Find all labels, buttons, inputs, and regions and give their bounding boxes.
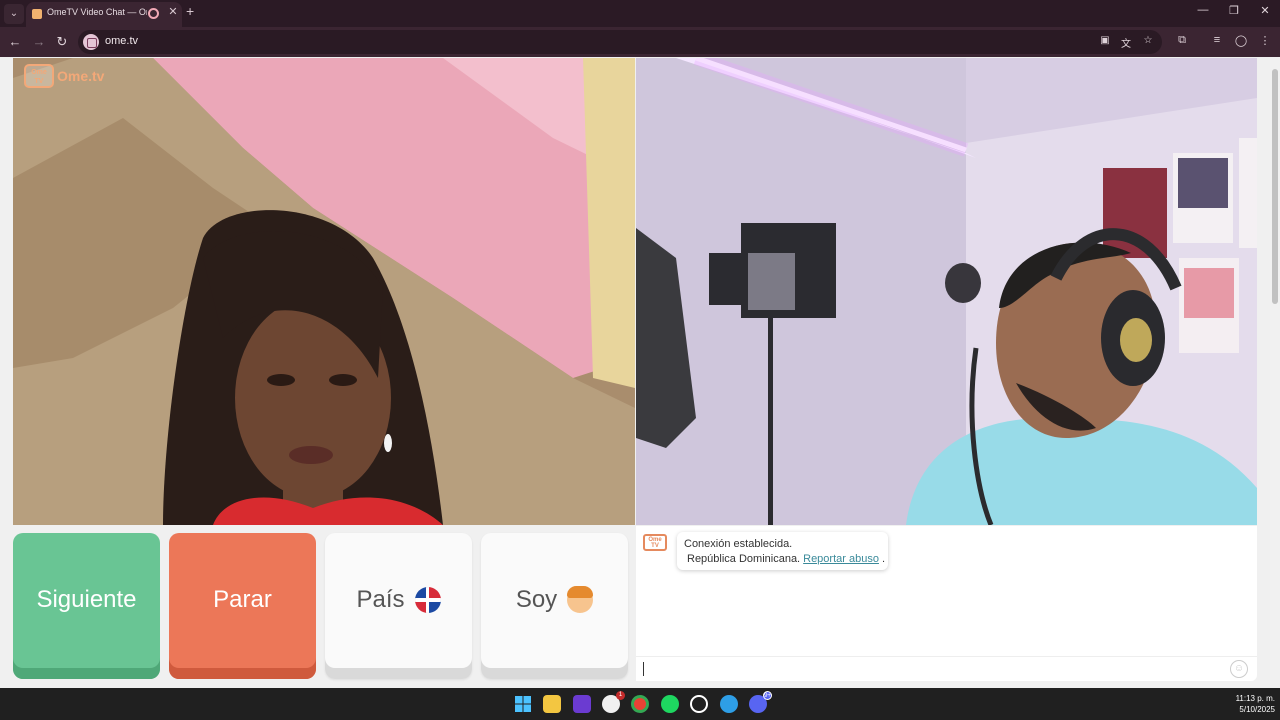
self-video-frame [636,58,1257,525]
chat-message-input[interactable]: ☺ [636,656,1257,681]
stop-button-label: Parar [213,586,272,613]
country-name: República Dominicana. [687,552,801,565]
media-icon[interactable]: ≡ [1209,34,1225,50]
recording-indicator-icon [148,8,159,19]
connection-message: Conexión establecida. [684,537,793,550]
ometv-chat-logo-icon: Ome TV [643,534,667,551]
page-scrollbar[interactable] [1270,57,1280,688]
tab-ometv[interactable]: OmeTV Video Chat — Ome.tv ✕ [26,2,182,27]
boy-face-icon [567,586,594,613]
menu-icon[interactable]: ⋮ [1257,34,1273,50]
new-tab-button[interactable]: + [186,3,194,19]
address-bar[interactable]: ome.tv ▣ 文 ☆ [78,30,1162,54]
gender-button[interactable]: Soy [481,533,628,679]
chat-panel: Ome TV Conexión establecida. República D [636,526,1257,681]
report-abuse-link[interactable]: Reportar abuso [803,553,879,565]
url-text: ome.tv [105,35,139,47]
country-line: República Dominicana. Reportar abuso. [684,551,885,566]
forward-icon[interactable]: → [30,33,48,51]
minimize-button[interactable]: — [1188,4,1218,16]
reload-icon[interactable]: ↻ [53,33,71,51]
text-caret [643,662,644,676]
discord-badge: 9+ [763,691,772,700]
next-button-label: Siguiente [36,586,137,613]
restore-button[interactable]: ❐ [1219,4,1249,17]
windows-start-icon[interactable] [514,695,532,713]
ometv-favicon-icon [32,9,42,19]
browser-tab-bar: ⌄ OmeTV Video Chat — Ome.tv ✕ + — ❐ ✕ [0,0,1280,27]
site-info-icon[interactable] [83,34,99,50]
edge-icon[interactable] [720,695,738,713]
system-message: Conexión establecida. República Dominica… [677,532,888,570]
cast-icon[interactable]: ▣ [1098,35,1112,49]
tab-close-icon[interactable]: ✕ [166,5,180,18]
xbox-icon[interactable]: 1 [602,691,625,713]
extensions-icon[interactable]: ⧉ [1174,34,1190,50]
ometv-logo: Ome TV Ome.tv [24,64,104,88]
system-clock[interactable]: 11:13 p. m. 5/10/2025 [1205,693,1275,715]
dominican-flag-icon [414,587,441,613]
file-explorer-icon[interactable] [543,695,561,713]
clock-date: 5/10/2025 [1239,705,1275,714]
ometv-logo-icon: Ome TV [24,64,54,88]
gender-button-label: Soy [515,586,558,613]
tab-title: OmeTV Video Chat — Ome.tv [47,7,147,17]
windows-taskbar: 1 9+ 11:13 p. m. 5/10/2025 [0,688,1280,720]
back-icon[interactable]: ← [6,33,24,51]
star-icon[interactable]: ☆ [1141,35,1155,49]
discord-icon[interactable]: 9+ [749,691,772,713]
xbox-badge: 1 [616,691,625,700]
instagram-icon[interactable] [573,695,591,713]
connection-line: Conexión establecida. [684,536,881,551]
report-suffix: . [881,552,886,565]
translate-icon[interactable]: 文 [1119,35,1133,50]
tab-search-icon[interactable]: ⌄ [4,4,24,24]
chrome-icon[interactable] [631,695,649,713]
clock-time: 11:13 p. m. [1235,694,1275,703]
stop-button[interactable]: Parar [169,533,316,679]
next-button[interactable]: Siguiente [13,533,160,679]
ometv-page: Ome TV Ome.tv Siguiente Parar País Soy O… [0,57,1270,688]
github-icon[interactable] [690,695,708,713]
stranger-video-frame [13,58,635,525]
profile-icon[interactable]: ◯ [1233,34,1249,50]
scrollbar-thumb[interactable] [1272,69,1278,304]
country-button[interactable]: País [325,533,472,679]
country-button-label: País [356,586,405,613]
spotify-icon[interactable] [661,695,679,713]
ometv-logo-text: Ome.tv [57,68,105,84]
stranger-video: Ome TV Ome.tv [13,58,635,525]
browser-toolbar: ← → ↻ ome.tv ▣ 文 ☆ ⧉ ≡ ◯ ⋮ [0,27,1280,57]
window-close-button[interactable]: ✕ [1250,4,1280,17]
self-video [636,58,1257,525]
emoji-icon[interactable]: ☺ [1230,660,1248,678]
